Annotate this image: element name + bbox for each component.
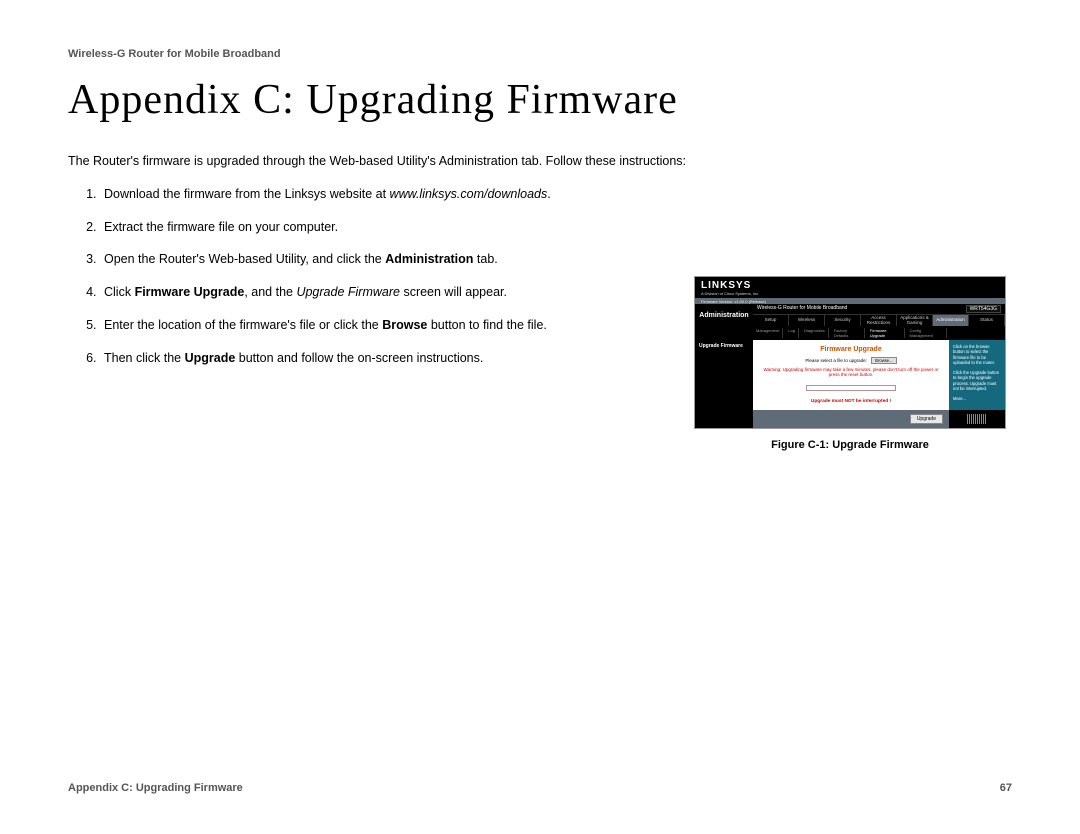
- tab-access-restrictions[interactable]: Access Restrictions: [861, 315, 897, 326]
- screenshot-header: LINKSYS A Division of Cisco Systems, Inc…: [695, 277, 1005, 298]
- tab-applications-gaming[interactable]: Applications & Gaming: [897, 315, 933, 326]
- file-path-input[interactable]: [806, 385, 896, 391]
- subtab-log[interactable]: Log: [785, 328, 799, 338]
- model-label: WRT54G3G: [966, 305, 1001, 313]
- help-more-link[interactable]: More...: [953, 396, 1001, 401]
- firmware-upgrade-panel: Firmware Upgrade Please select a file to…: [753, 340, 949, 410]
- subtab-config-management[interactable]: Config Management: [907, 328, 947, 338]
- linksys-logo: LINKSYS: [701, 280, 751, 291]
- body-section-label: Upgrade Firmware: [695, 340, 753, 410]
- help-text-1: Click on the browse button to select the…: [953, 344, 1001, 366]
- footer-title: Appendix C: Upgrading Firmware: [68, 782, 243, 794]
- tab-wireless[interactable]: Wireless: [789, 315, 825, 326]
- footer-spacer: [695, 410, 753, 428]
- subtab-factory-defaults[interactable]: Factory Defaults: [831, 328, 865, 338]
- help-text-2: Click the Upgrade button to begin the up…: [953, 370, 1001, 392]
- subtab-firmware-upgrade[interactable]: Firmware Upgrade: [867, 328, 905, 338]
- nav-area: Administration Wireless-G Router for Mob…: [695, 304, 1005, 326]
- help-sidebar: Click on the browse button to select the…: [949, 340, 1005, 410]
- tab-security[interactable]: Security: [825, 315, 861, 326]
- warning-text: Warning: Upgrading firmware may take a f…: [761, 367, 941, 377]
- tab-administration[interactable]: Administration: [933, 315, 969, 326]
- browse-button[interactable]: Browse...: [871, 357, 896, 364]
- cisco-logo-icon: [967, 414, 987, 424]
- intro-paragraph: The Router's firmware is upgraded throug…: [68, 152, 1012, 171]
- tab-status[interactable]: Status: [969, 315, 1005, 326]
- subtab-diagnostics[interactable]: Diagnostics: [801, 328, 829, 338]
- interrupt-warning: Upgrade must NOT be interrupted !: [761, 399, 941, 404]
- step-1: Download the firmware from the Linksys w…: [100, 185, 1012, 204]
- file-select-label: Please select a file to upgrade:: [805, 358, 867, 363]
- upgrade-button[interactable]: Upgrade: [910, 414, 943, 424]
- tab-setup[interactable]: Setup: [753, 315, 789, 326]
- subtab-management[interactable]: Management: [753, 328, 783, 338]
- sub-tabs: Management Log Diagnostics Factory Defau…: [695, 326, 1005, 340]
- nav-section-label: Administration: [695, 304, 753, 326]
- logo-subtitle: A Division of Cisco Systems, Inc.: [701, 291, 999, 296]
- figure-c1: LINKSYS A Division of Cisco Systems, Inc…: [694, 276, 1006, 451]
- main-tabs: Setup Wireless Security Access Restricti…: [753, 315, 1005, 326]
- page-number: 67: [1000, 782, 1012, 794]
- step-2: Extract the firmware file on your comput…: [100, 218, 1012, 237]
- step-3: Open the Router's Web-based Utility, and…: [100, 250, 1012, 269]
- page-footer: Appendix C: Upgrading Firmware 67: [68, 782, 1012, 794]
- device-title: Wireless-G Router for Mobile Broadband: [757, 305, 847, 313]
- figure-caption: Figure C-1: Upgrade Firmware: [694, 439, 1006, 451]
- panel-title: Firmware Upgrade: [761, 346, 941, 353]
- page-header: Wireless-G Router for Mobile Broadband: [68, 48, 1012, 60]
- router-screenshot: LINKSYS A Division of Cisco Systems, Inc…: [694, 276, 1006, 429]
- page-title: Appendix C: Upgrading Firmware: [68, 76, 1012, 124]
